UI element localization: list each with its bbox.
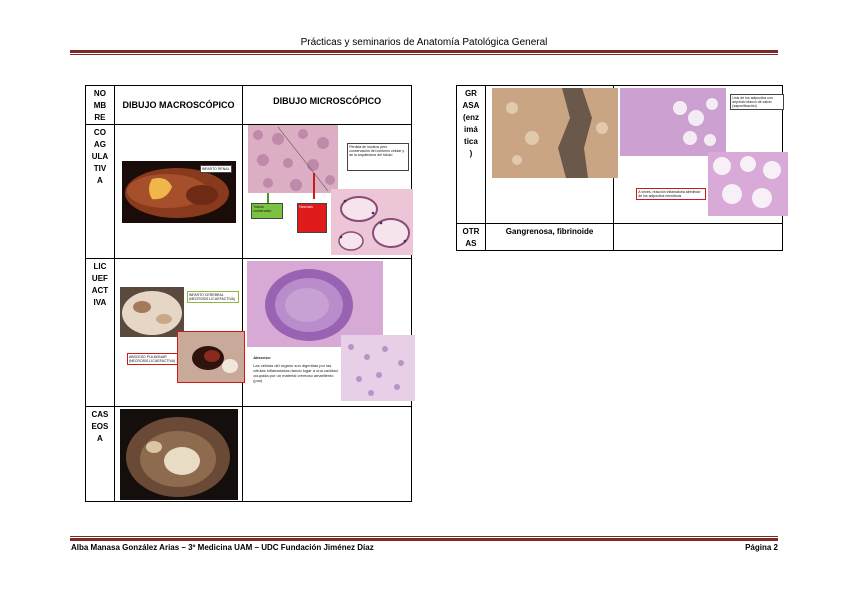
necrosis-table-right: GR ASA (enz imá tica ) Lisis de los adip… [456,85,789,251]
label-infarto-renal: INFARTO RENAL [199,165,232,173]
otras-text: Gangrenosa, fibrinoide [484,223,615,251]
caseous-lung-photo [119,409,238,500]
pus-histology-image [341,335,416,401]
fat-necrosis-photo [491,88,618,178]
row-label-caseosa: CAS EOS A [85,406,115,502]
macro-cell-licuefactiva: INFARTO CEREBRAL (NECROSIS LICUEFACTIVA)… [113,258,245,407]
absceso-title: Absceso: [253,355,272,360]
label-absceso-pulmonar: ABSCESO PULMONAR (NECROSIS LICUEFACTIVA) [126,353,181,365]
footer-rule-thin [70,536,778,537]
col-header-micro: DIBUJO MICROSCÓPICO [242,85,412,125]
tubule-detail-image [331,189,414,255]
row-label-licuefactiva: LIC UEF ACT IVA [85,258,115,407]
label-necrosis: Necrosis [297,203,328,233]
micro-cell-coagulativa: Túbulo conservado Necrosis Pérdida de nú… [242,124,414,259]
micro-cell-licuefactiva: Absceso: Las células del órgano son dige… [242,258,416,407]
fat-histology-image [620,88,727,156]
note-lisis-adipocitos: Lisis de los adipocitos con depósito bla… [730,94,785,110]
col-header-name: NO MB RE [85,85,115,125]
micro-cell-caseosa [242,406,412,502]
arrow-red [313,173,316,199]
macro-cell-coagulativa: INFARTO RENAL [113,124,244,259]
macro-cell-caseosa [113,406,244,502]
micro-cell-grasa: Lisis de los adipocitos con depósito bla… [613,85,789,224]
necrosis-table-left: NO MB RE DIBUJO MACROSCÓPICO DIBUJO MICR… [85,85,416,502]
kidney-infarct-photo: INFARTO RENAL [121,161,236,223]
note-reaccion-inflamatoria: A veces, reacción inflamatoria alrededor… [636,188,707,200]
header-rule [70,50,778,53]
footer-page-number: Página 2 [745,543,778,552]
absceso-note: Las células del órgano son digeridas por… [253,363,338,383]
col-header-macro: DIBUJO MACROSCÓPICO [113,85,244,125]
label-tubulo-conservado: Túbulo conservado [251,203,284,219]
macro-cell-grasa [484,85,618,224]
note-perdida-nucleos: Pérdida de núcleos pero conservación del… [347,143,410,171]
row-label-coagulativa: CO AG ULA TIV A [85,124,115,259]
row-label-otras: OTR AS [456,223,486,251]
otras-micro-cell [613,223,783,251]
row-label-grasa: GR ASA (enz imá tica ) [456,85,486,224]
renal-histology-image [248,125,339,193]
lung-abscess-photo [176,331,245,383]
footer-author: Alba Manasa González Arias – 3º Medicina… [71,543,374,552]
brain-infarct-photo [119,287,184,337]
label-infarto-cerebral: INFARTO CEREBRAL (NECROSIS LICUEFACTIVA) [186,291,239,303]
header-rule-thin [70,54,778,55]
footer-rule [70,538,778,541]
adipocyte-histology-image [708,152,789,216]
page-header-title: Prácticas y seminarios de Anatomía Patol… [300,37,548,48]
